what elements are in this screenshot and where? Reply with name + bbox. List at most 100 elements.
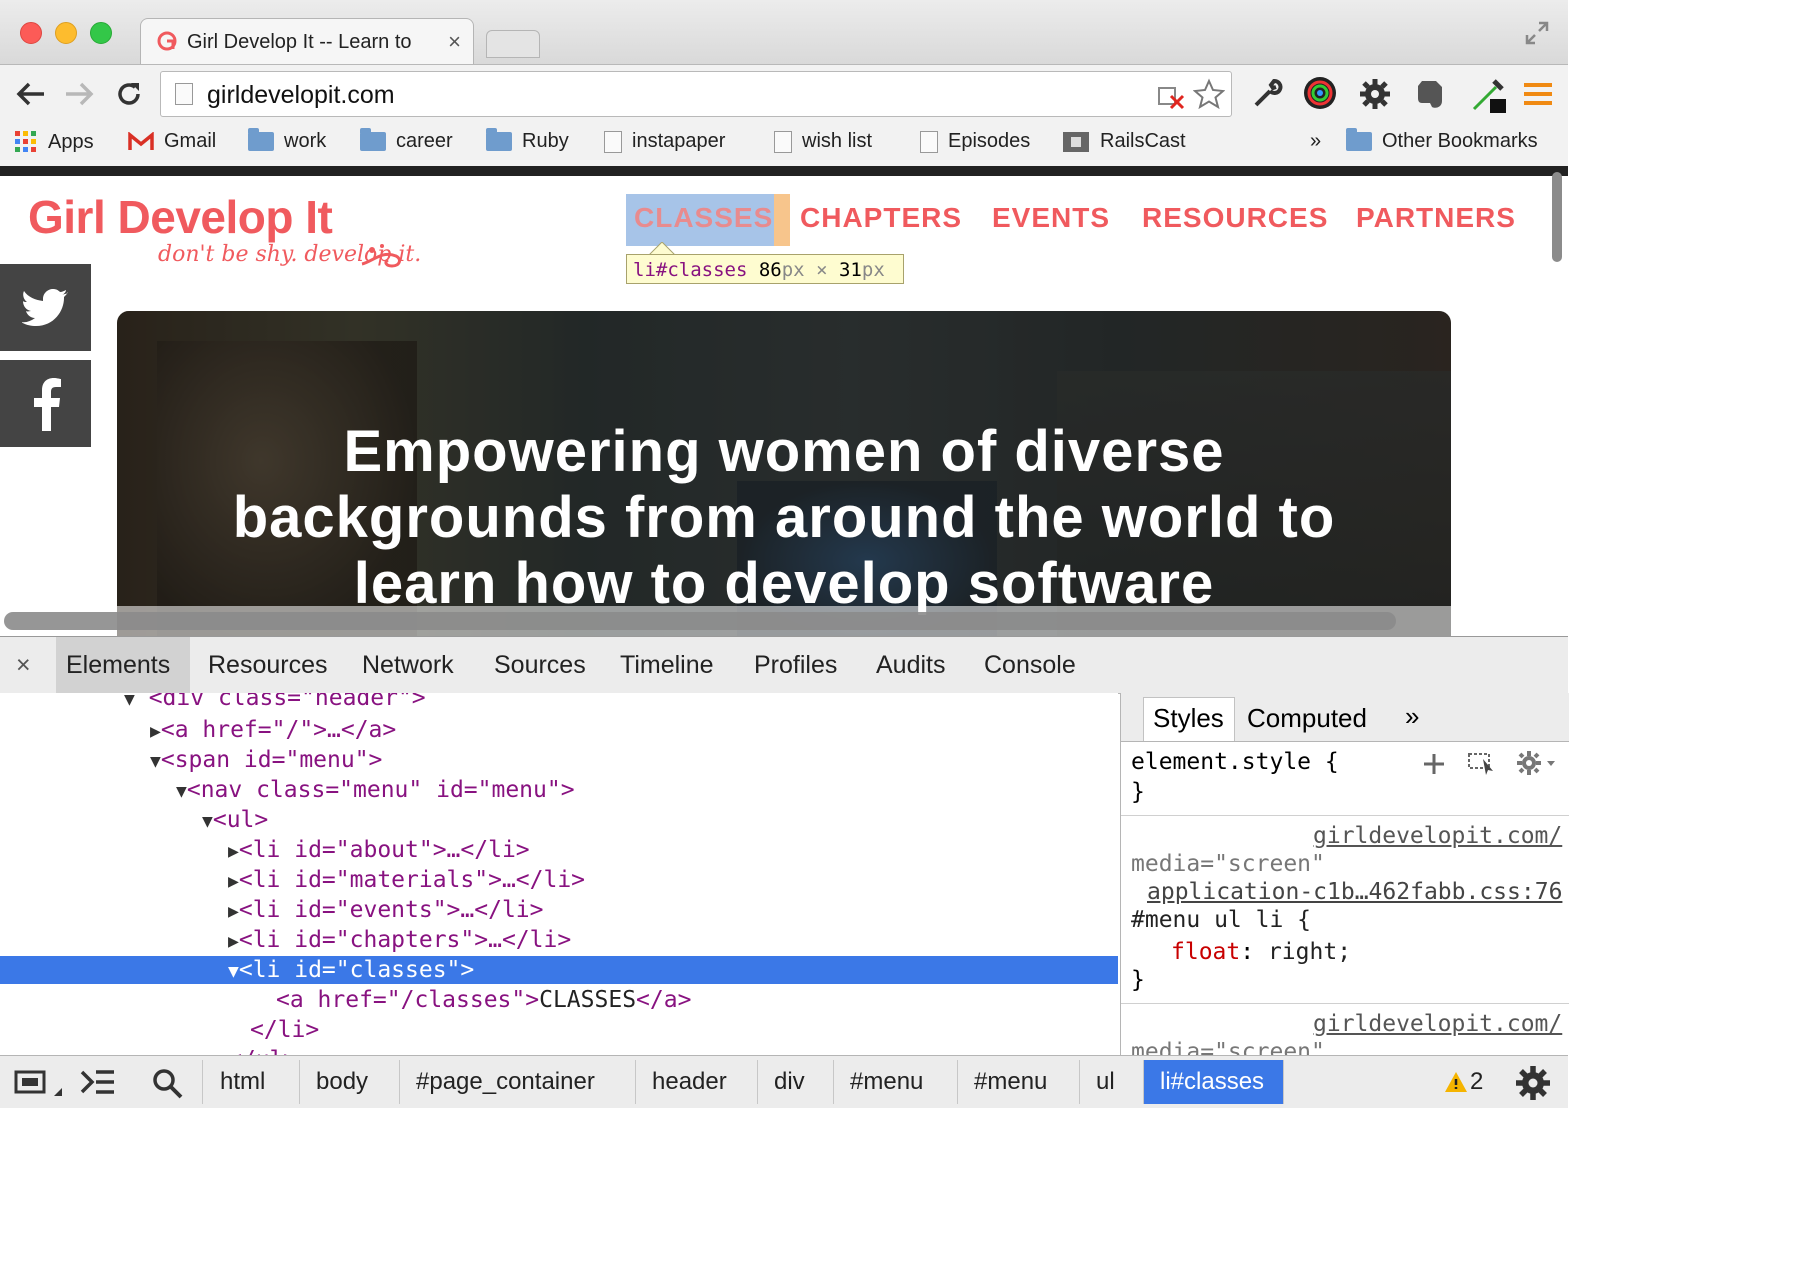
devtools-close-icon[interactable]: ×: [16, 651, 31, 680]
bookmark-episodes[interactable]: Episodes: [920, 130, 1030, 153]
dom-node[interactable]: ▼<nav class="menu" id="menu">: [176, 775, 575, 805]
rule1-declaration[interactable]: float: right;: [1171, 937, 1351, 967]
bookmark-ruby[interactable]: Ruby: [486, 128, 569, 153]
dom-node[interactable]: ▼<span id="menu">: [150, 745, 382, 775]
devtools-bottom-bar: html body #page_container header div #me…: [0, 1055, 1568, 1108]
blocked-plugin-icon[interactable]: [1155, 80, 1187, 110]
breadcrumb-body[interactable]: body: [300, 1060, 400, 1104]
close-window-button[interactable]: [20, 22, 42, 44]
bookmark-instapaper[interactable]: instapaper: [604, 130, 725, 153]
url-text: girldevelopit.com: [207, 81, 395, 109]
breadcrumb-menu-span[interactable]: #menu: [834, 1060, 958, 1104]
rule2-source-link[interactable]: girldevelopit.com/: [1313, 1009, 1562, 1039]
add-rule-icon[interactable]: [1421, 751, 1447, 777]
breadcrumb-html[interactable]: html: [204, 1060, 300, 1104]
dom-node[interactable]: ▶<a href="/">…</a>: [150, 715, 396, 745]
dom-node[interactable]: ▶<li id="chapters">…</li>: [228, 925, 571, 955]
element-style-rule[interactable]: element.style {: [1131, 747, 1339, 777]
tab-title: Girl Develop It -- Learn to: [187, 31, 412, 53]
bookmark-other-bookmarks[interactable]: Other Bookmarks: [1346, 128, 1538, 153]
dom-node[interactable]: </li>: [250, 1015, 319, 1045]
bookmark-label: career: [396, 130, 453, 152]
color-picker-extension-icon[interactable]: [1302, 75, 1338, 111]
new-tab-button[interactable]: [486, 30, 540, 58]
nav-resources[interactable]: RESOURCES: [1142, 202, 1328, 234]
show-console-drawer-icon[interactable]: [80, 1068, 116, 1098]
bookmark-wish-list[interactable]: wish list: [774, 130, 872, 153]
vertical-scrollbar[interactable]: [1552, 172, 1562, 262]
fullscreen-icon[interactable]: [1524, 20, 1550, 46]
dom-node[interactable]: ▶<li id="materials">…</li>: [228, 865, 585, 895]
rule1-file-link[interactable]: application-c1b…462fabb.css:76: [1147, 877, 1562, 907]
rule1-source-link[interactable]: girldevelopit.com/: [1313, 821, 1562, 851]
menu-icon[interactable]: [1524, 83, 1552, 105]
tab-profiles[interactable]: Profiles: [754, 651, 837, 680]
tab-elements[interactable]: Elements: [66, 651, 170, 680]
forward-icon[interactable]: [62, 79, 96, 109]
site-logo[interactable]: Girl Develop It: [28, 190, 333, 244]
breadcrumb-div[interactable]: div: [758, 1060, 834, 1104]
address-bar[interactable]: girldevelopit.com: [160, 71, 1232, 117]
tab-styles[interactable]: Styles: [1153, 703, 1224, 734]
dom-node-selected[interactable]: ▼<li id="classes">: [228, 955, 474, 985]
tab-audits[interactable]: Audits: [876, 651, 945, 680]
nav-partners[interactable]: PARTNERS: [1356, 202, 1516, 234]
bookmark-apps[interactable]: Apps: [14, 130, 94, 154]
breadcrumb-page-container[interactable]: #page_container: [400, 1060, 636, 1104]
folder-icon: [486, 128, 512, 151]
styles-settings-gear-icon[interactable]: [1515, 749, 1557, 777]
styles-overflow-chevron[interactable]: »: [1405, 701, 1419, 732]
wrench-icon[interactable]: [1250, 77, 1284, 111]
bookmark-star-icon[interactable]: [1193, 78, 1225, 110]
tab-close-icon[interactable]: ×: [448, 29, 461, 55]
dom-node[interactable]: ▶<li id="about">…</li>: [228, 835, 530, 865]
bookmark-work[interactable]: work: [248, 128, 326, 153]
breadcrumb-li-classes[interactable]: li#classes: [1144, 1060, 1284, 1104]
minimize-window-button[interactable]: [55, 22, 77, 44]
dom-node[interactable]: <a href="/classes">CLASSES</a>: [276, 985, 691, 1015]
bookmark-label: wish list: [802, 130, 873, 152]
dom-node[interactable]: ▼ <div class="header">: [124, 693, 426, 713]
dock-toggle-icon[interactable]: [14, 1068, 64, 1098]
horizontal-scrollbar[interactable]: [4, 612, 1396, 630]
breadcrumb-ul[interactable]: ul: [1080, 1060, 1144, 1104]
nav-classes[interactable]: CLASSES: [634, 202, 773, 234]
bookmark-railscast[interactable]: RailsCast: [1062, 130, 1186, 153]
browser-tab[interactable]: Girl Develop It -- Learn to ×: [140, 18, 474, 67]
dom-node[interactable]: ▶<li id="events">…</li>: [228, 895, 543, 925]
back-icon[interactable]: [14, 79, 48, 109]
selected-node-row[interactable]: [0, 956, 1118, 984]
dom-node[interactable]: ▼<ul>: [202, 805, 268, 835]
breadcrumb-header[interactable]: header: [636, 1060, 758, 1104]
zoom-window-button[interactable]: [90, 22, 112, 44]
browser-toolbar: girldevelopit.com: [0, 64, 1568, 125]
bookmarks-overflow-chevron[interactable]: »: [1310, 130, 1321, 153]
bookmark-gmail[interactable]: Gmail: [128, 130, 216, 153]
warning-count[interactable]: 2: [1470, 1068, 1483, 1096]
tab-sources[interactable]: Sources: [494, 651, 586, 680]
twitter-button[interactable]: [0, 264, 91, 351]
devtools-settings-gear-icon[interactable]: [1514, 1064, 1552, 1102]
breadcrumb-menu-nav[interactable]: #menu: [958, 1060, 1080, 1104]
web-page-viewport: Girl Develop It don't be shy. develop it…: [0, 166, 1568, 636]
nav-chapters[interactable]: CHAPTERS: [800, 202, 962, 234]
element-state-icon[interactable]: [1467, 751, 1499, 777]
reload-icon[interactable]: [114, 79, 144, 109]
window-titlebar: Girl Develop It -- Learn to ×: [0, 0, 1568, 67]
settings-gear-icon[interactable]: [1358, 77, 1392, 111]
facebook-button[interactable]: [0, 360, 91, 447]
bookmark-career[interactable]: career: [360, 128, 453, 153]
eyedropper-icon[interactable]: [1468, 75, 1508, 115]
tab-computed[interactable]: Computed: [1247, 703, 1367, 734]
warning-icon[interactable]: [1444, 1070, 1468, 1094]
rule1-selector[interactable]: #menu ul li {: [1131, 905, 1311, 935]
nav-events[interactable]: EVENTS: [992, 202, 1110, 234]
tab-console[interactable]: Console: [984, 651, 1076, 680]
evernote-elephant-icon[interactable]: [1414, 77, 1446, 111]
dom-tree-panel: ▼ <div class="header"> ▶<a href="/">…</a…: [0, 693, 1118, 1055]
dom-node[interactable]: </ul>: [228, 1045, 297, 1055]
search-icon[interactable]: [152, 1068, 184, 1100]
tab-resources[interactable]: Resources: [208, 651, 328, 680]
tab-timeline[interactable]: Timeline: [620, 651, 714, 680]
tab-network[interactable]: Network: [362, 651, 454, 680]
